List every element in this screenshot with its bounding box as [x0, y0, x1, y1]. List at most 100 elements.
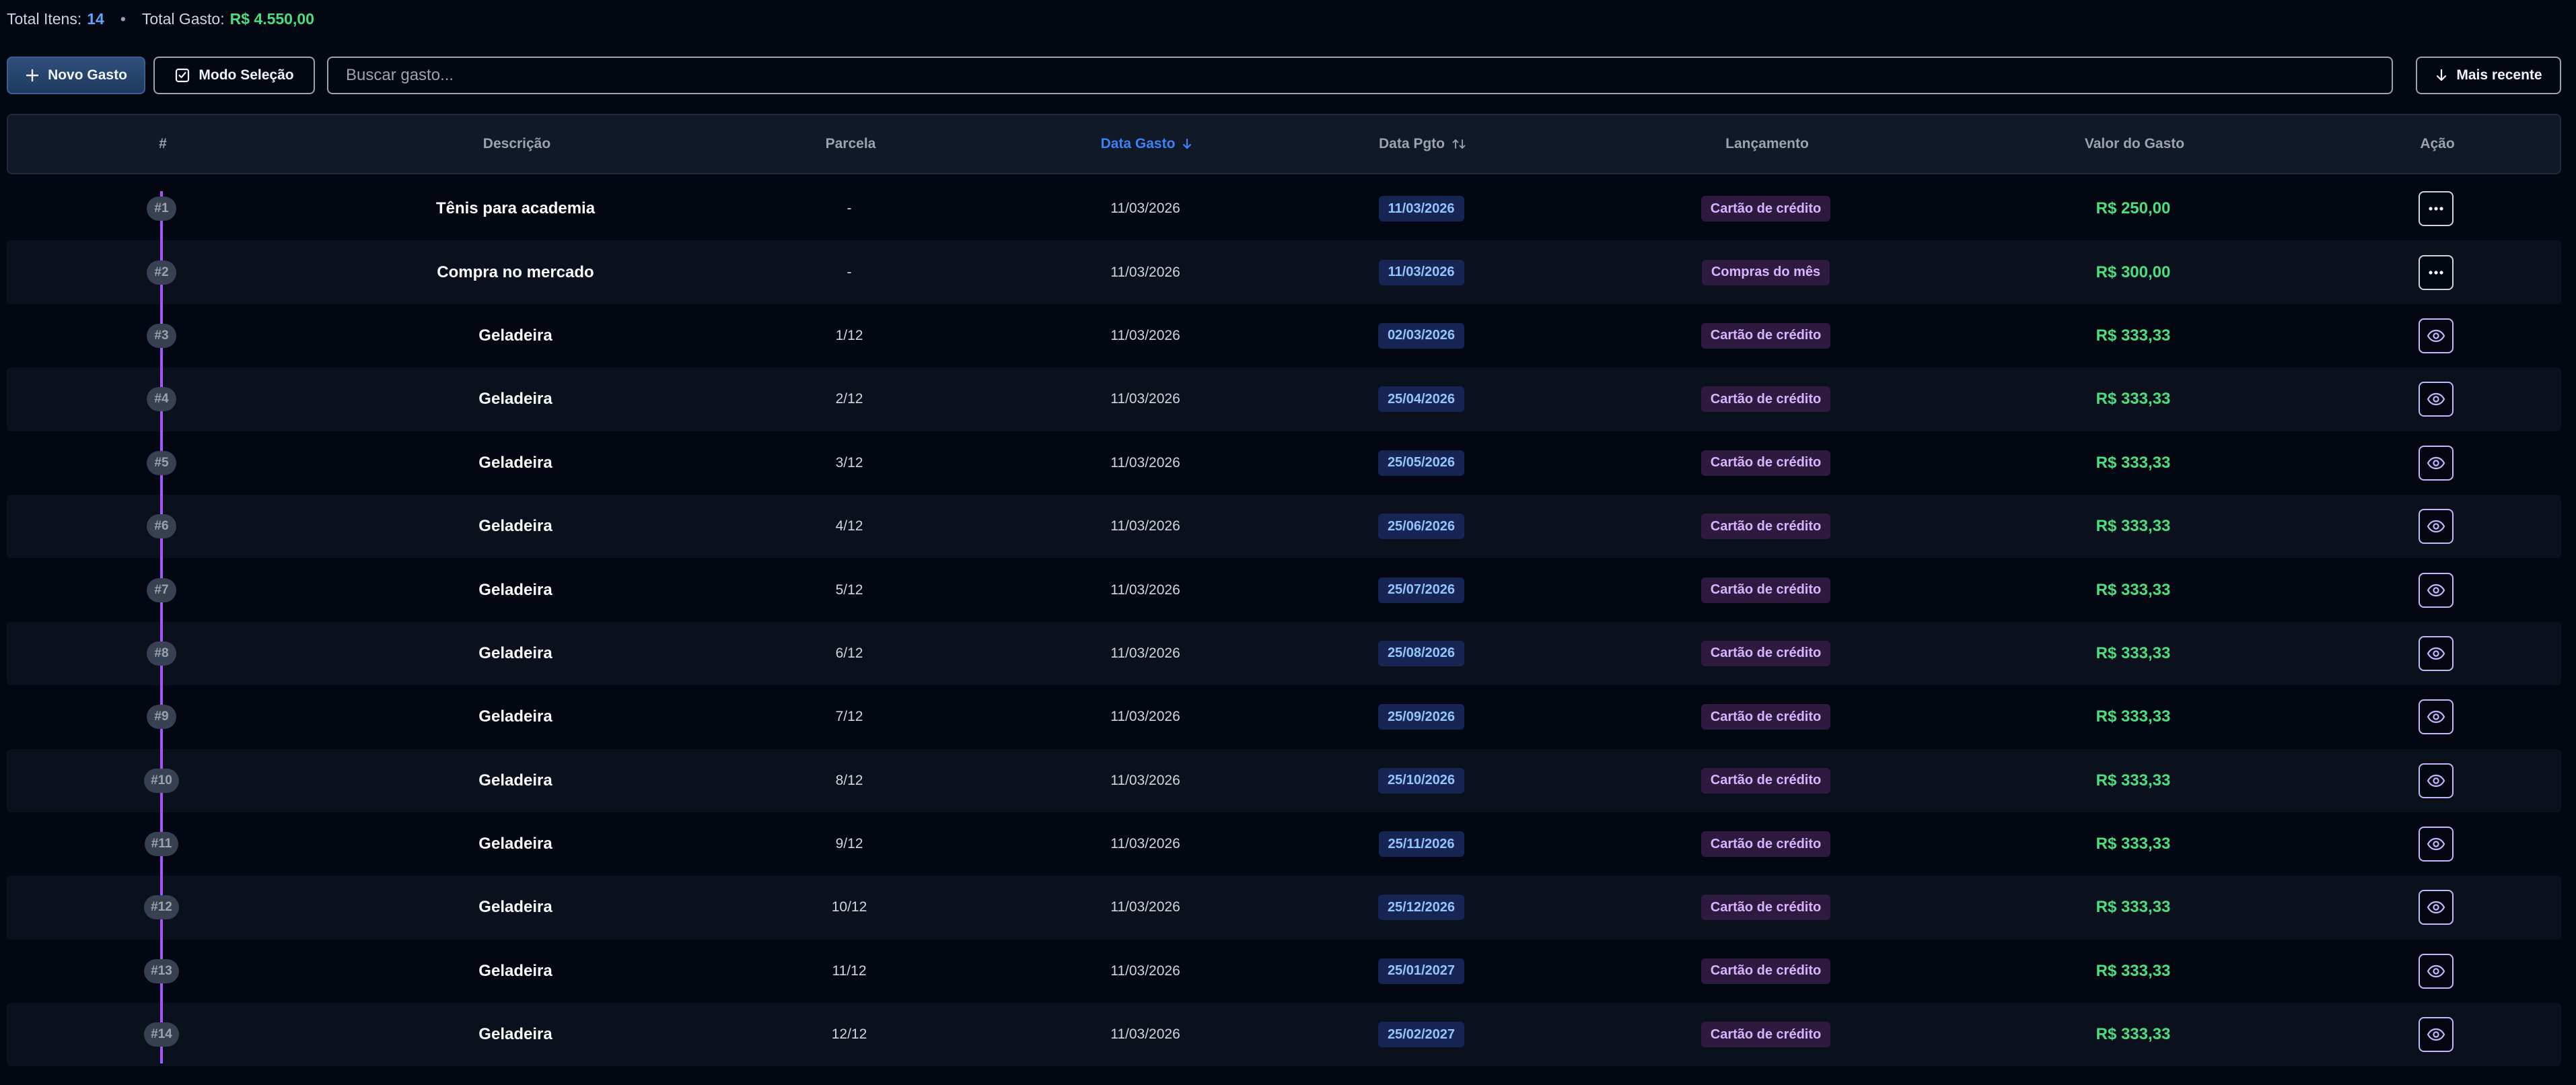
row-installment: 3/12 — [835, 454, 863, 470]
table-row[interactable]: #13 Geladeira 11/12 11/03/2026 25/01/2027 Car… — [7, 940, 2561, 1003]
eye-icon — [2427, 392, 2445, 406]
row-number-badge: #14 — [144, 1022, 179, 1047]
search-input[interactable] — [327, 57, 2393, 94]
eye-icon — [2427, 965, 2445, 978]
more-options-button[interactable] — [2419, 191, 2454, 227]
sort-order-button[interactable]: Mais recente — [2416, 57, 2561, 94]
row-description: Geladeira — [478, 835, 552, 853]
view-button[interactable] — [2419, 572, 2454, 608]
row-action-cell — [2402, 685, 2470, 748]
row-expense-date: 11/03/2026 — [1110, 836, 1180, 852]
row-launch-cell: Cartão de crédito — [1631, 495, 1900, 558]
row-number-badge: #4 — [147, 387, 176, 412]
row-value: R$ 333,33 — [2096, 517, 2171, 536]
row-installment: 10/12 — [831, 899, 867, 915]
payment-date-badge: 25/08/2026 — [1378, 640, 1465, 666]
table-row[interactable]: #14 Geladeira 12/12 11/03/2026 25/02/2027 Car… — [7, 1003, 2561, 1067]
row-payment-date-cell: 25/08/2026 — [1320, 622, 1522, 685]
eye-icon — [2427, 647, 2445, 660]
eye-icon — [2427, 901, 2445, 914]
view-button[interactable] — [2419, 827, 2454, 862]
view-button[interactable] — [2419, 509, 2454, 545]
selection-mode-button[interactable]: Modo Seleção — [153, 57, 315, 94]
table-row[interactable]: #5 Geladeira 3/12 11/03/2026 25/05/2026 Cartã… — [7, 431, 2561, 495]
view-button[interactable] — [2419, 953, 2454, 989]
view-button[interactable] — [2419, 763, 2454, 798]
eye-icon — [2427, 520, 2445, 533]
payment-date-badge: 25/06/2026 — [1378, 514, 1465, 540]
more-options-button[interactable] — [2419, 254, 2454, 290]
launch-type-badge: Cartão de crédito — [1701, 196, 1831, 222]
view-button[interactable] — [2419, 382, 2454, 417]
row-expense-date: 11/03/2026 — [1110, 454, 1180, 470]
arrow-down-icon — [2435, 68, 2448, 83]
table-row[interactable]: #11 Geladeira 9/12 11/03/2026 25/11/2026 Cart… — [7, 812, 2561, 876]
table-row[interactable]: #7 Geladeira 5/12 11/03/2026 25/07/2026 Cartã… — [7, 558, 2561, 621]
launch-type-badge: Cartão de crédito — [1701, 450, 1831, 476]
table-row[interactable]: #6 Geladeira 4/12 11/03/2026 25/06/2026 Cartã… — [7, 494, 2561, 559]
total-spent-value: R$ 4.550,00 — [229, 9, 314, 28]
row-action-cell — [2402, 304, 2470, 368]
table-body: #1 Tênis para academia - 11/03/2026 11/03/20… — [7, 177, 2561, 1067]
row-expense-date: 11/03/2026 — [1110, 327, 1180, 343]
payment-date-badge: 25/11/2026 — [1378, 831, 1464, 858]
payment-date-badge: 25/04/2026 — [1378, 386, 1465, 413]
total-items-label: Total Itens: — [7, 9, 82, 28]
header-data-gasto[interactable]: Data Gasto — [1046, 115, 1248, 173]
new-expense-button[interactable]: Novo Gasto — [7, 57, 145, 94]
row-expense-date: 11/03/2026 — [1110, 772, 1180, 788]
row-description: Compra no mercado — [437, 262, 594, 281]
row-value: R$ 333,33 — [2096, 326, 2171, 345]
row-launch-cell: Cartão de crédito — [1631, 812, 1900, 876]
launch-type-badge: Cartão de crédito — [1701, 895, 1831, 921]
row-action-cell — [2402, 495, 2470, 558]
sort-toggle-icon — [1452, 137, 1466, 151]
table-row[interactable]: #1 Tênis para academia - 11/03/2026 11/03/20… — [7, 177, 2561, 240]
table-row[interactable]: #3 Geladeira 1/12 11/03/2026 02/03/2026 Cartã… — [7, 304, 2561, 368]
launch-type-badge: Compras do mês — [1701, 259, 1830, 285]
eye-icon — [2427, 329, 2445, 343]
view-button[interactable] — [2419, 445, 2454, 481]
row-number-badge: #8 — [147, 641, 176, 666]
payment-date-badge: 25/09/2026 — [1378, 704, 1465, 730]
launch-type-badge: Cartão de crédito — [1701, 322, 1831, 349]
table-row[interactable]: #12 Geladeira 10/12 11/03/2026 25/12/2026 Car… — [7, 876, 2561, 940]
row-value: R$ 333,33 — [2096, 390, 2171, 409]
header-data-pgto[interactable]: Data Pgto — [1322, 115, 1524, 173]
view-button[interactable] — [2419, 318, 2454, 353]
table-row[interactable]: #4 Geladeira 2/12 11/03/2026 25/04/2026 Cartã… — [7, 368, 2561, 431]
view-button[interactable] — [2419, 1017, 2454, 1053]
view-button[interactable] — [2419, 699, 2454, 735]
row-description: Tênis para academia — [435, 199, 596, 218]
toolbar: Novo Gasto Modo Seleção Mais recente — [7, 57, 2561, 94]
plus-icon — [25, 68, 40, 83]
more-icon — [2428, 270, 2444, 275]
row-value: R$ 333,33 — [2096, 707, 2171, 726]
row-installment: 11/12 — [832, 963, 867, 979]
table-row[interactable]: #2 Compra no mercado - 11/03/2026 11/03/2026… — [7, 240, 2561, 304]
row-payment-date-cell: 25/06/2026 — [1320, 495, 1522, 558]
table-row[interactable]: #10 Geladeira 8/12 11/03/2026 25/10/2026 Cart… — [7, 748, 2561, 812]
row-value: R$ 300,00 — [2096, 262, 2171, 281]
eye-icon — [2427, 456, 2445, 470]
row-payment-date-cell: 25/11/2026 — [1320, 812, 1522, 876]
payment-date-badge: 02/03/2026 — [1378, 322, 1465, 349]
view-button[interactable] — [2419, 890, 2454, 925]
total-items-value: 14 — [87, 9, 104, 28]
table-row[interactable]: #9 Geladeira 7/12 11/03/2026 25/09/2026 Cartã… — [7, 685, 2561, 748]
row-payment-date-cell: 25/10/2026 — [1320, 749, 1522, 812]
table-header: # Descrição Parcela Data Gasto Data Pgto… — [7, 114, 2561, 174]
expenses-table: # Descrição Parcela Data Gasto Data Pgto… — [7, 114, 2561, 1067]
checkbox-icon — [174, 67, 190, 83]
row-description: Geladeira — [478, 643, 552, 662]
row-action-cell — [2402, 940, 2470, 1003]
view-button[interactable] — [2419, 635, 2454, 671]
launch-type-badge: Cartão de crédito — [1701, 831, 1831, 858]
row-installment: 2/12 — [835, 391, 863, 407]
header-parcela: Parcela — [825, 136, 876, 151]
row-description: Geladeira — [478, 1025, 552, 1044]
payment-date-badge: 25/05/2026 — [1378, 450, 1465, 476]
row-launch-cell: Cartão de crédito — [1631, 304, 1900, 368]
row-payment-date-cell: 25/01/2027 — [1320, 940, 1522, 1003]
table-row[interactable]: #8 Geladeira 6/12 11/03/2026 25/08/2026 Cartã… — [7, 621, 2561, 686]
